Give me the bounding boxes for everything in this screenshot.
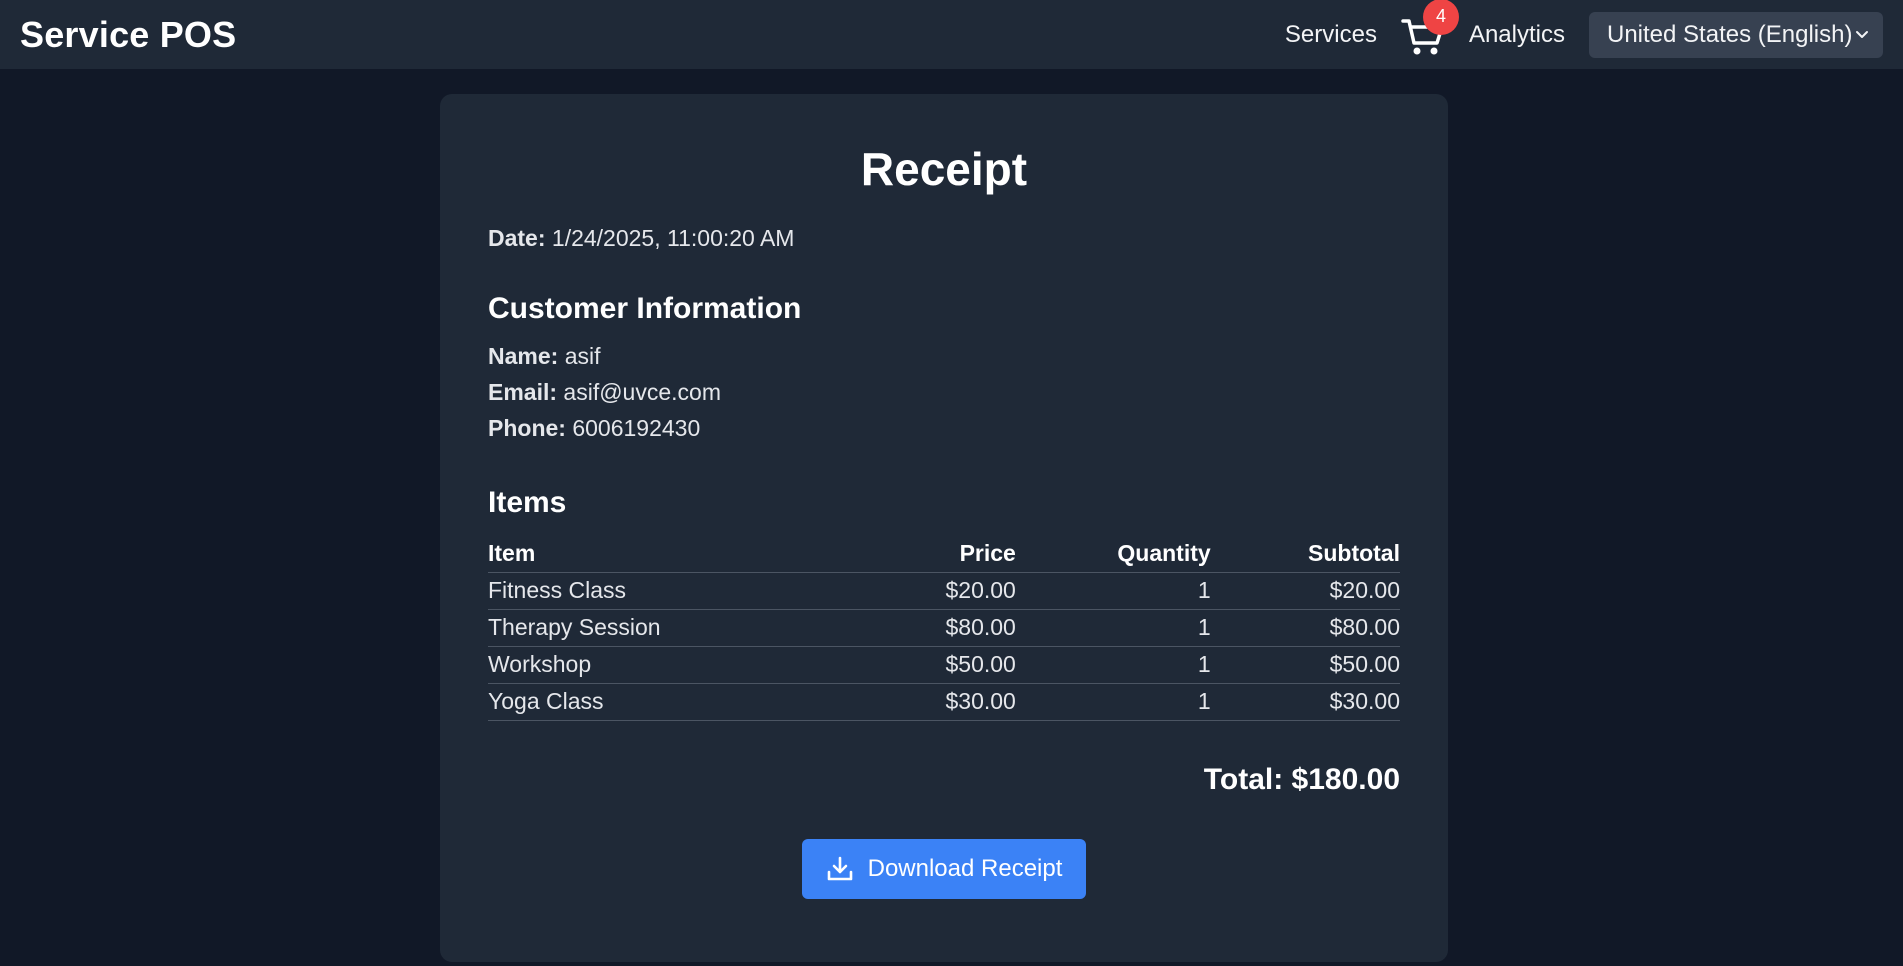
items-table: Item Price Quantity Subtotal Fitness Cla… — [488, 536, 1400, 721]
customer-email: Email: asif@uvce.com — [488, 374, 1400, 410]
subtotal-cell: $50.00 — [1210, 646, 1400, 684]
date-label: Date: — [488, 225, 546, 251]
price-cell: $20.00 — [945, 572, 1016, 610]
subtotal-cell: $30.00 — [1210, 683, 1400, 721]
column-header-subtotal: Subtotal — [1210, 536, 1400, 573]
receipt-title: Receipt — [860, 143, 1028, 195]
top-navbar: Service POS Services 4 Analytics United … — [0, 0, 1903, 69]
price-cell: $50.00 — [945, 646, 1016, 684]
column-header-price: Price — [945, 536, 1016, 573]
receipt-card: Receipt Date: 1/24/2025, 11:00:20 AM Cus… — [440, 94, 1448, 962]
app-brand[interactable]: Service POS — [20, 14, 236, 56]
download-receipt-button[interactable]: Download Receipt — [801, 838, 1087, 899]
item-name-cell: Fitness Class — [488, 572, 946, 610]
price-cell: $80.00 — [945, 609, 1016, 647]
quantity-cell: 1 — [1015, 646, 1211, 684]
receipt-total: Total: $180.00 — [1203, 762, 1400, 796]
customer-info-heading: Customer Information — [488, 292, 802, 325]
table-row: Workshop $50.00 1 $50.00 — [488, 646, 1400, 684]
column-header-item: Item — [488, 536, 946, 573]
cart-button[interactable]: 4 — [1401, 0, 1459, 57]
table-row: Yoga Class $30.00 1 $30.00 — [488, 683, 1400, 721]
download-receipt-label: Download Receipt — [867, 854, 1063, 882]
items-heading: Items — [488, 486, 567, 519]
chevron-down-icon — [1856, 30, 1868, 38]
customer-name: Name: asif — [488, 338, 1400, 374]
language-select[interactable]: United States (English) — [1589, 11, 1883, 58]
name-value: asif — [564, 343, 601, 369]
receipt-date: Date: 1/24/2025, 11:00:20 AM — [488, 220, 1400, 256]
subtotal-cell: $80.00 — [1210, 609, 1400, 647]
subtotal-cell: $20.00 — [1210, 572, 1400, 610]
cart-count-badge: 4 — [1422, 0, 1459, 35]
nav-right: Services 4 Analytics United States (Engl… — [1285, 0, 1883, 69]
quantity-cell: 1 — [1015, 609, 1211, 647]
price-cell: $30.00 — [945, 683, 1016, 721]
quantity-cell: 1 — [1015, 572, 1211, 610]
name-label: Name: — [488, 343, 559, 369]
nav-analytics-link[interactable]: Analytics — [1469, 21, 1565, 49]
quantity-cell: 1 — [1015, 683, 1211, 721]
item-name-cell: Workshop — [488, 646, 946, 684]
email-value: asif@uvce.com — [563, 379, 721, 405]
column-header-quantity: Quantity — [1015, 536, 1211, 573]
item-name-cell: Yoga Class — [488, 683, 946, 721]
table-header-row: Item Price Quantity Subtotal — [488, 536, 1400, 573]
customer-phone: Phone: 6006192430 — [488, 410, 1400, 446]
language-select-value: United States (English) — [1607, 20, 1853, 48]
table-row: Therapy Session $80.00 1 $80.00 — [488, 609, 1400, 647]
table-row: Fitness Class $20.00 1 $20.00 — [488, 572, 1400, 610]
download-button-wrap: Download Receipt — [488, 838, 1400, 899]
phone-value: 6006192430 — [572, 415, 701, 441]
download-icon — [827, 856, 852, 880]
item-name-cell: Therapy Session — [488, 609, 946, 647]
phone-label: Phone: — [488, 415, 566, 441]
date-value: 1/24/2025, 11:00:20 AM — [551, 225, 795, 251]
nav-services-link[interactable]: Services — [1285, 21, 1377, 49]
email-label: Email: — [488, 379, 558, 405]
